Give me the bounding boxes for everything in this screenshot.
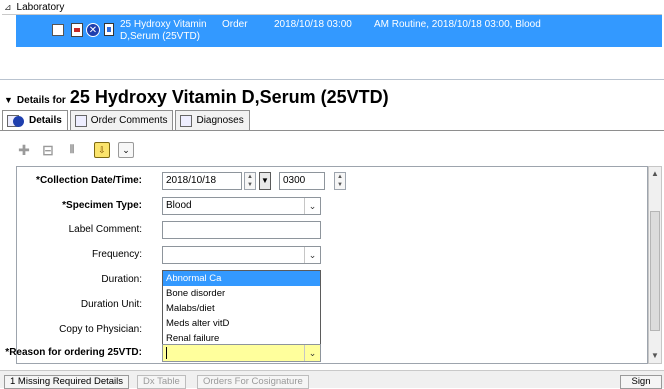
date-calendar-dropdown[interactable]: ▼: [259, 172, 271, 190]
order-document-icon: [71, 23, 83, 37]
details-tab-icon: [7, 114, 24, 127]
order-action-cell: Order: [222, 19, 248, 30]
scroll-thumb[interactable]: [650, 211, 660, 331]
tab-details-label: Details: [29, 115, 62, 126]
specimen-type-label: *Specimen Type:: [62, 200, 142, 211]
orders-for-cosignature-button[interactable]: Orders For Cosignature: [197, 375, 309, 389]
missing-details-x-icon: ✕: [86, 23, 100, 37]
chevron-down-icon: ⌄: [304, 247, 320, 263]
chevron-down-icon: ⌄: [304, 198, 320, 214]
dx-table-button[interactable]: Dx Table: [137, 375, 186, 389]
tab-divider: [0, 130, 664, 131]
copy-to-physician-label: Copy to Physician:: [59, 324, 142, 335]
comments-tab-icon: [74, 114, 87, 127]
tab-order-comments[interactable]: Order Comments: [69, 110, 174, 130]
order-checkbox[interactable]: [52, 24, 64, 36]
tab-diagnoses[interactable]: Diagnoses: [175, 110, 250, 130]
chart-icon[interactable]: ⦀: [64, 142, 80, 158]
details-collapse-icon[interactable]: ▼: [4, 95, 13, 105]
scroll-up-arrow[interactable]: ▲: [649, 167, 661, 181]
label-comment-label: Label Comment:: [68, 224, 142, 235]
frequency-select[interactable]: ⌄: [162, 246, 321, 264]
reason-option-abnormal-ca[interactable]: Abnormal Ca: [163, 271, 320, 286]
chevron-down-icon: ⌄: [304, 345, 320, 361]
next-required-button[interactable]: ⇩: [94, 142, 110, 158]
collapse-triangle-icon[interactable]: ⊿: [4, 2, 12, 13]
specimen-type-select[interactable]: Blood ⌄: [162, 197, 321, 215]
order-page-icon: [104, 23, 114, 36]
order-name-line1: 25 Hydroxy Vitamin: [120, 19, 207, 30]
expand-all-button[interactable]: ⌄: [118, 142, 134, 158]
frequency-label: Frequency:: [91, 249, 142, 260]
duration-unit-label: Duration Unit:: [80, 299, 142, 310]
reason-option-malabs-diet[interactable]: Malabs/diet: [163, 301, 320, 316]
text-caret: [166, 347, 167, 359]
remove-icon[interactable]: ⊟: [40, 142, 56, 158]
form-scrollbar[interactable]: ▲ ▼: [648, 166, 662, 364]
details-form-panel: *Collection Date/Time: 2018/10/18 ▲ ▼ ▼ 0…: [5, 166, 648, 364]
reason-options-list: Abnormal Ca Bone disorder Malabs/diet Me…: [162, 270, 321, 346]
reason-option-meds-alter-vitd[interactable]: Meds alter vitD: [163, 316, 320, 331]
bottom-action-bar: 1 Missing Required Details Dx Table Orde…: [0, 370, 664, 389]
diagnoses-tab-icon: [180, 114, 193, 127]
laboratory-section-header[interactable]: ⊿ Laboratory: [4, 2, 64, 13]
order-row-25vtd[interactable]: ✕ 25 Hydroxy Vitamin D,Serum (25VTD) Ord…: [16, 15, 662, 47]
order-start-cell: 2018/10/18 03:00: [274, 19, 352, 30]
tab-details[interactable]: Details: [2, 110, 68, 130]
label-comment-input[interactable]: [162, 221, 321, 239]
details-header: ▼ Details for 25 Hydroxy Vitamin D,Serum…: [4, 87, 389, 108]
details-toolbar: ✚ ⊟ ⦀ ⇩ ⌄: [16, 139, 134, 161]
add-icon[interactable]: ✚: [16, 142, 32, 158]
order-details-cell: AM Routine, 2018/10/18 03:00, Blood: [374, 19, 541, 30]
details-for-label: Details for: [16, 95, 66, 106]
reason-option-bone-disorder[interactable]: Bone disorder: [163, 286, 320, 301]
tab-order-comments-label: Order Comments: [90, 115, 168, 126]
tab-diagnoses-label: Diagnoses: [196, 115, 244, 126]
order-name-line2: D,Serum (25VTD): [120, 31, 201, 42]
laboratory-section-label: Laboratory: [16, 2, 65, 13]
reason-for-ordering-label: *Reason for ordering 25VTD:: [5, 347, 142, 358]
details-tab-strip: Details Order Comments Diagnoses: [2, 110, 252, 130]
orders-list-panel: ⊿ Laboratory ✕ 25 Hydroxy Vitamin D,Seru…: [0, 0, 664, 80]
duration-label: Duration:: [101, 274, 142, 285]
specimen-type-value: Blood: [166, 200, 192, 211]
sign-button[interactable]: Sign: [620, 375, 662, 389]
date-spin-button[interactable]: ▲ ▼: [244, 172, 256, 190]
collection-datetime-label: *Collection Date/Time:: [36, 175, 142, 186]
time-spin-button[interactable]: ▲ ▼: [334, 172, 346, 190]
collection-date-field[interactable]: 2018/10/18: [162, 172, 242, 190]
collection-time-field[interactable]: 0300: [279, 172, 325, 190]
reason-for-ordering-select[interactable]: ⌄: [162, 344, 321, 362]
order-name-cell: 25 Hydroxy Vitamin D,Serum (25VTD): [120, 19, 207, 43]
details-order-name: 25 Hydroxy Vitamin D,Serum (25VTD): [69, 87, 389, 107]
scroll-down-arrow[interactable]: ▼: [649, 349, 661, 363]
missing-required-details-button[interactable]: 1 Missing Required Details: [4, 375, 129, 389]
